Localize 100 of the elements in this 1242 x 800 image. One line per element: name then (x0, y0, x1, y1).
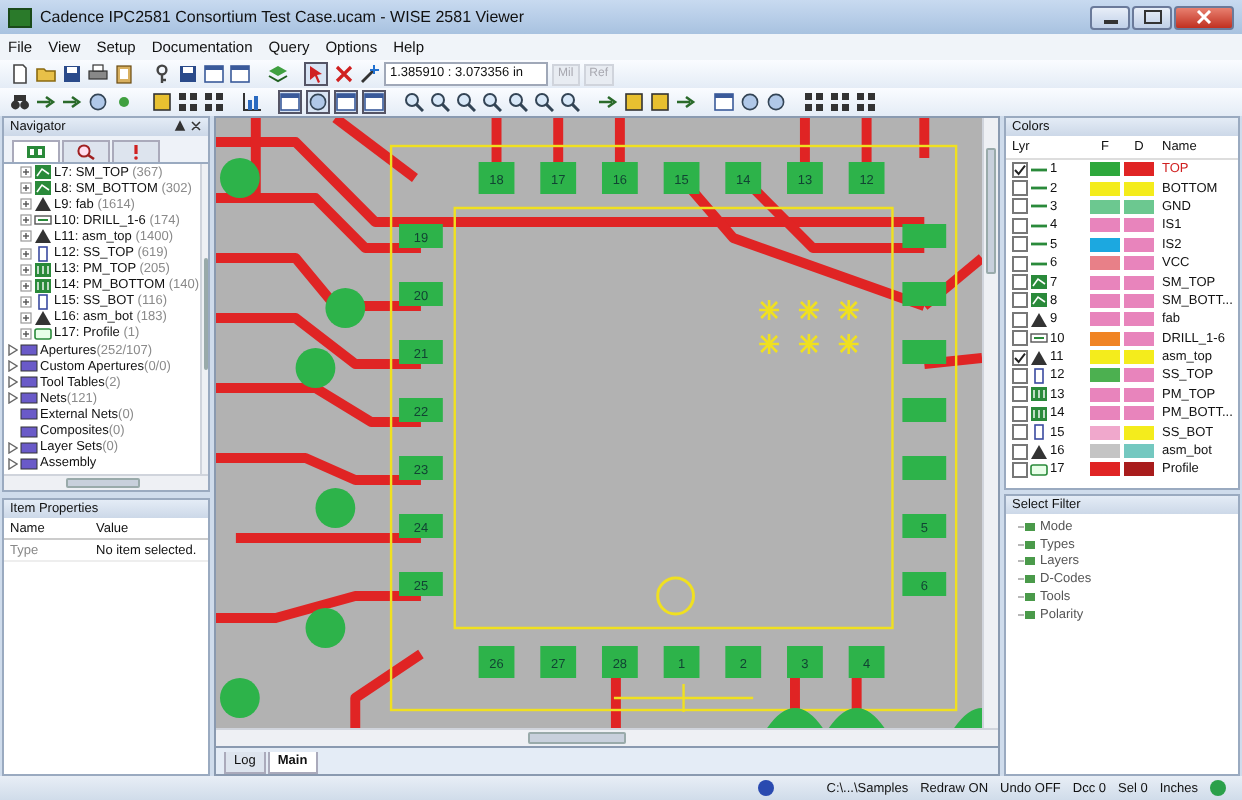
expand-icon[interactable] (20, 279, 32, 292)
checkbox[interactable] (1012, 255, 1028, 272)
circle-icon[interactable] (86, 91, 108, 113)
checkbox[interactable] (1012, 443, 1028, 460)
fill-swatch[interactable] (1090, 406, 1120, 421)
draw-swatch[interactable] (1124, 406, 1154, 421)
fill-swatch[interactable] (1090, 293, 1120, 308)
magnifier-icon[interactable] (532, 91, 554, 113)
minimize-button[interactable] (1090, 5, 1130, 29)
draw-swatch[interactable] (1124, 331, 1154, 346)
fill-swatch[interactable] (1090, 462, 1120, 477)
expand-icon[interactable] (20, 327, 32, 340)
checkbox[interactable] (1012, 217, 1028, 234)
square-icon[interactable] (622, 91, 644, 113)
checkbox[interactable] (1012, 311, 1028, 328)
magnifier-icon[interactable] (506, 91, 528, 113)
wand-icon[interactable] (358, 63, 380, 85)
checkbox[interactable] (1012, 274, 1028, 291)
checkbox[interactable] (1012, 461, 1028, 478)
window-icon[interactable] (334, 90, 358, 114)
navigator-tab[interactable] (62, 140, 110, 162)
checkbox[interactable] (1012, 180, 1028, 197)
grid-icon[interactable] (828, 91, 850, 113)
fill-swatch[interactable] (1090, 181, 1120, 196)
draw-swatch[interactable] (1124, 256, 1154, 271)
window-icon[interactable] (362, 90, 386, 114)
circle-icon[interactable] (306, 90, 330, 114)
expand-arrow-icon[interactable] (8, 360, 18, 373)
window-icon[interactable] (278, 90, 302, 114)
grid-icon[interactable] (176, 91, 198, 113)
circle-icon[interactable] (764, 91, 786, 113)
chart-icon[interactable] (240, 91, 262, 113)
draw-swatch[interactable] (1124, 293, 1154, 308)
fill-swatch[interactable] (1090, 275, 1120, 290)
expand-arrow-icon[interactable] (8, 457, 18, 470)
arrow-icon[interactable] (34, 91, 56, 113)
scrollbar[interactable] (982, 118, 998, 728)
checkbox[interactable] (1012, 292, 1028, 309)
close-button[interactable] (1174, 5, 1234, 29)
grid-icon[interactable] (802, 91, 824, 113)
navigator-tab[interactable] (112, 140, 160, 162)
expand-icon[interactable] (20, 247, 32, 260)
magnifier-icon[interactable] (454, 91, 476, 113)
circle-icon[interactable] (738, 91, 760, 113)
expand-arrow-icon[interactable] (8, 392, 18, 405)
binoculars-icon[interactable] (8, 91, 30, 113)
window-icon[interactable] (202, 63, 224, 85)
maximize-button[interactable] (1132, 5, 1172, 29)
expand-icon[interactable] (20, 182, 32, 195)
draw-swatch[interactable] (1124, 162, 1154, 177)
checkbox[interactable] (1012, 236, 1028, 253)
draw-swatch[interactable] (1124, 275, 1154, 290)
fill-swatch[interactable] (1090, 331, 1120, 346)
draw-swatch[interactable] (1124, 350, 1154, 365)
key-icon[interactable] (150, 63, 172, 85)
scrollbar[interactable] (4, 474, 208, 490)
expand-arrow-icon[interactable] (8, 344, 18, 357)
cross-icon[interactable] (332, 63, 354, 85)
fill-swatch[interactable] (1090, 162, 1120, 177)
expand-icon[interactable] (20, 230, 32, 243)
expand-icon[interactable] (20, 311, 32, 324)
fill-swatch[interactable] (1090, 256, 1120, 271)
clipboard-icon[interactable] (112, 63, 134, 85)
fill-swatch[interactable] (1090, 387, 1120, 402)
checkbox[interactable] (1012, 405, 1028, 422)
checkbox[interactable] (1012, 161, 1028, 178)
magnifier-icon[interactable] (558, 91, 580, 113)
expand-arrow-icon[interactable] (8, 441, 18, 454)
expand-icon[interactable] (20, 198, 32, 211)
draw-swatch[interactable] (1124, 425, 1154, 440)
expand-icon[interactable] (20, 295, 32, 308)
fill-swatch[interactable] (1090, 237, 1120, 252)
draw-swatch[interactable] (1124, 387, 1154, 402)
draw-swatch[interactable] (1124, 199, 1154, 214)
checkbox[interactable] (1012, 424, 1028, 441)
expand-icon[interactable] (20, 263, 32, 276)
fill-swatch[interactable] (1090, 312, 1120, 327)
magnifier-icon[interactable] (428, 91, 450, 113)
layers-icon[interactable] (266, 63, 288, 85)
expand-icon[interactable] (20, 214, 32, 227)
arrow-icon[interactable] (60, 91, 82, 113)
pointer-icon[interactable] (304, 62, 328, 86)
arrow-icon[interactable] (596, 91, 618, 113)
fill-swatch[interactable] (1090, 218, 1120, 233)
fill-swatch[interactable] (1090, 444, 1120, 459)
window-icon[interactable] (228, 63, 250, 85)
grid-icon[interactable] (854, 91, 876, 113)
checkbox[interactable] (1012, 330, 1028, 347)
navigator-tab[interactable] (12, 140, 60, 162)
window-icon[interactable] (712, 91, 734, 113)
scrollbar[interactable] (199, 164, 208, 474)
draw-swatch[interactable] (1124, 181, 1154, 196)
arrow-icon[interactable] (674, 91, 696, 113)
printer-icon[interactable] (86, 63, 108, 85)
draw-swatch[interactable] (1124, 218, 1154, 233)
pin-icon[interactable] (174, 119, 202, 135)
fill-swatch[interactable] (1090, 425, 1120, 440)
draw-swatch[interactable] (1124, 312, 1154, 327)
grid-icon[interactable] (202, 91, 224, 113)
fill-swatch[interactable] (1090, 199, 1120, 214)
